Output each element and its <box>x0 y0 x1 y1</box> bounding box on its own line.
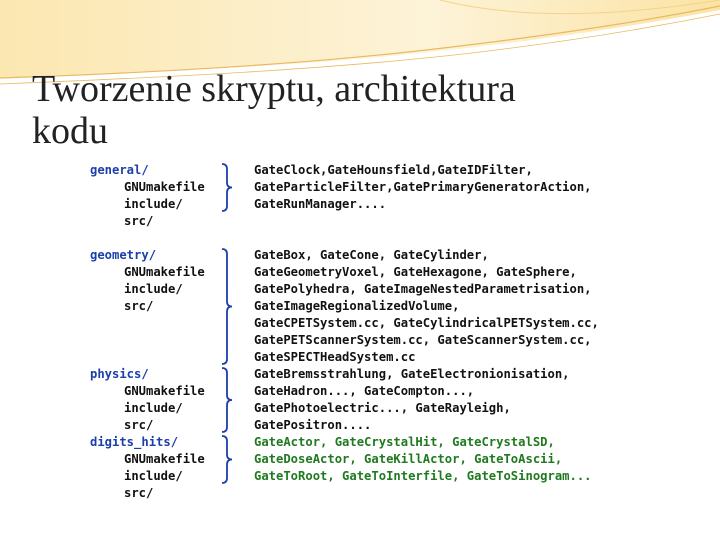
source-file-list: GateParticleFilter,GatePrimaryGeneratorA… <box>254 180 592 194</box>
source-file-list: GateImageRegionalizedVolume, <box>254 299 460 313</box>
source-line-row: GateHadron..., GateCompton..., <box>82 383 652 400</box>
source-file-list: GateGeometryVoxel, GateHexagone, GateSph… <box>254 265 577 279</box>
source-line-row: GateToRoot, GateToInterfile, GateToSinog… <box>82 468 652 485</box>
source-line-row: GateBox, GateCone, GateCylinder, <box>82 247 652 264</box>
source-line-row: GateRunManager.... <box>82 196 652 213</box>
source-file-list: GateHadron..., GateCompton..., <box>254 384 475 398</box>
header-wave-fill <box>0 0 720 78</box>
source-file-list: GatePhotoelectric..., GateRayleigh, <box>254 401 511 415</box>
source-line-row: GateDoseActor, GateKillActor, GateToAsci… <box>82 451 652 468</box>
source-line-row: GatePhotoelectric..., GateRayleigh, <box>82 400 652 417</box>
directory-subitem: src/ <box>124 214 154 228</box>
source-file-list: GatePolyhedra, GateImageNestedParametris… <box>254 282 592 296</box>
source-file-list: GateCPETSystem.cc, GateCylindricalPETSys… <box>254 316 599 330</box>
source-line-row: GateParticleFilter,GatePrimaryGeneratorA… <box>82 179 652 196</box>
source-line-row: GateActor, GateCrystalHit, GateCrystalSD… <box>82 434 652 451</box>
source-line-row: GatePositron.... <box>82 417 652 434</box>
directory-subitem: src/ <box>124 486 154 500</box>
curly-brace <box>220 366 234 434</box>
curly-brace <box>220 162 234 213</box>
curly-brace <box>220 247 234 366</box>
code-structure-panel: general/GNUmakefile include/src/GateClock… <box>82 162 652 507</box>
directory-subitem-row: src/ <box>82 213 652 230</box>
source-line-row: GateImageRegionalizedVolume, <box>82 298 652 315</box>
source-file-list: GateBox, GateCone, GateCylinder, <box>254 248 489 262</box>
source-file-list: GateClock,GateHounsfield,GateIDFilter, <box>254 163 533 177</box>
source-file-list: GateToRoot, GateToInterfile, GateToSinog… <box>254 469 592 483</box>
source-line-row: GateGeometryVoxel, GateHexagone, GateSph… <box>82 264 652 281</box>
slide-title: Tworzenie skryptu, architektura kodu <box>32 68 516 152</box>
source-file-list: GatePositron.... <box>254 418 372 432</box>
source-file-list: GateActor, GateCrystalHit, GateCrystalSD… <box>254 435 555 449</box>
source-line-row: GatePolyhedra, GateImageNestedParametris… <box>82 281 652 298</box>
source-file-list: GateSPECTHeadSystem.cc <box>254 350 416 364</box>
directory-subitem-row: src/ <box>82 485 652 502</box>
curly-brace <box>220 434 234 485</box>
source-line-row: GateClock,GateHounsfield,GateIDFilter, <box>82 162 652 179</box>
source-file-list: GateRunManager.... <box>254 197 387 211</box>
source-file-list: GatePETScannerSystem.cc, GateScannerSyst… <box>254 333 592 347</box>
source-line-row: GateSPECTHeadSystem.cc <box>82 349 652 366</box>
source-line-row: GateBremsstrahlung, GateElectronionisati… <box>82 366 652 383</box>
source-line-row: GatePETScannerSystem.cc, GateScannerSyst… <box>82 332 652 349</box>
source-file-list: GateBremsstrahlung, GateElectronionisati… <box>254 367 570 381</box>
source-file-list: GateDoseActor, GateKillActor, GateToAsci… <box>254 452 563 466</box>
source-line-row: GateCPETSystem.cc, GateCylindricalPETSys… <box>82 315 652 332</box>
